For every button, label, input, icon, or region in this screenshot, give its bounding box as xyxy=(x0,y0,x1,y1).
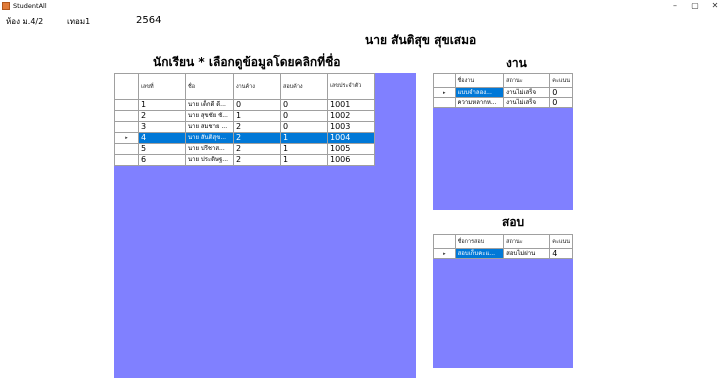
cell-work-name[interactable]: แบบจำลอง... xyxy=(454,87,505,98)
column-header-status[interactable]: สถานะ xyxy=(503,234,551,249)
table-row[interactable]: ความหลากห... งานไม่เสร็จ 0 xyxy=(433,97,573,108)
cell-status[interactable]: งานไม่เสร็จ xyxy=(503,87,551,98)
corner-cell xyxy=(114,73,139,100)
cell-name[interactable]: นาย ปรีชาส... xyxy=(185,143,234,155)
minimize-icon[interactable]: – xyxy=(666,0,684,13)
cell-score[interactable]: 0 xyxy=(549,87,573,98)
cell-pending-work[interactable]: 2 xyxy=(233,132,281,144)
window-title: StudentAll xyxy=(13,2,47,10)
table-row[interactable]: 3 นาย สมชาย ... 2 0 1003 xyxy=(114,121,375,133)
corner-cell xyxy=(433,234,456,249)
column-header-pending-exam[interactable]: สอบค้าง xyxy=(280,73,328,100)
table-row[interactable]: 6 นาย ประดิษฐ... 2 1 1006 xyxy=(114,154,375,166)
row-pointer-icon[interactable]: ▸ xyxy=(114,132,139,144)
cell-status[interactable]: งานไม่เสร็จ xyxy=(503,97,551,108)
cell-pending-work[interactable]: 1 xyxy=(233,110,281,122)
table-row[interactable]: ▸ สอบเก็บคะแ... สอบไม่ผ่าน 4 xyxy=(433,248,573,259)
cell-name[interactable]: นาย สมชาย ... xyxy=(185,121,234,133)
row-pointer-icon[interactable]: ▸ xyxy=(433,87,456,98)
table-row[interactable]: 5 นาย ปรีชาส... 2 1 1005 xyxy=(114,143,375,155)
cell-score[interactable]: 0 xyxy=(549,97,573,108)
column-header-pending-work[interactable]: งานค้าง xyxy=(233,73,281,100)
cell-pending-exam[interactable]: 0 xyxy=(280,110,328,122)
cell-pending-work[interactable]: 2 xyxy=(233,143,281,155)
table-header-row: ชื่อการสอบ สถานะ คะแนน xyxy=(433,234,573,249)
student-name-title: นาย สันติสุข สุขเสมอ xyxy=(365,33,477,47)
students-grid[interactable]: เลขที่ ชื่อ งานค้าง สอบค้าง เลขประจำตัว … xyxy=(114,73,416,378)
table-row[interactable]: ▸ แบบจำลอง... งานไม่เสร็จ 0 xyxy=(433,87,573,98)
row-header[interactable] xyxy=(114,154,139,166)
cell-student-id[interactable]: 1004 xyxy=(327,132,375,144)
students-table: เลขที่ ชื่อ งานค้าง สอบค้าง เลขประจำตัว … xyxy=(114,73,375,166)
row-header[interactable] xyxy=(114,110,139,122)
cell-number[interactable]: 6 xyxy=(138,154,186,166)
row-header[interactable] xyxy=(114,99,139,111)
exam-heading: สอบ xyxy=(502,215,525,229)
cell-number[interactable]: 2 xyxy=(138,110,186,122)
column-header-score[interactable]: คะแนน xyxy=(549,234,573,249)
cell-pending-exam[interactable]: 1 xyxy=(280,143,328,155)
cell-pending-work[interactable]: 0 xyxy=(233,99,281,111)
students-heading: นักเรียน * เลือกดูข้อมูลโดยคลิกที่ชื่อ xyxy=(153,55,341,69)
column-header-student-id[interactable]: เลขประจำตัว xyxy=(327,73,375,100)
row-header[interactable] xyxy=(433,97,456,108)
cell-work-name[interactable]: ความหลากห... xyxy=(454,97,505,108)
column-header-name[interactable]: ชื่อ xyxy=(185,73,234,100)
cell-student-id[interactable]: 1006 xyxy=(327,154,375,166)
cell-name[interactable]: นาย ประดิษฐ... xyxy=(185,154,234,166)
column-header-work-name[interactable]: ชื่องาน xyxy=(454,73,505,88)
column-header-score[interactable]: คะแนน xyxy=(549,73,573,88)
cell-student-id[interactable]: 1001 xyxy=(327,99,375,111)
corner-cell xyxy=(433,73,456,88)
table-row[interactable]: 1 นาย เด็กดี ดี... 0 0 1001 xyxy=(114,99,375,111)
cell-student-id[interactable]: 1003 xyxy=(327,121,375,133)
year-label: 2564 xyxy=(136,15,162,26)
cell-name[interactable]: นาย สุขชัย ชั... xyxy=(185,110,234,122)
cell-status[interactable]: สอบไม่ผ่าน xyxy=(503,248,551,259)
row-header[interactable] xyxy=(114,143,139,155)
column-header-status[interactable]: สถานะ xyxy=(503,73,551,88)
term-label: เทอม1 xyxy=(67,17,91,26)
cell-number[interactable]: 4 xyxy=(138,132,186,144)
table-header-row: เลขที่ ชื่อ งานค้าง สอบค้าง เลขประจำตัว xyxy=(114,73,375,100)
cell-student-id[interactable]: 1005 xyxy=(327,143,375,155)
work-heading: งาน xyxy=(506,56,527,70)
cell-name[interactable]: นาย สันติสุข... xyxy=(185,132,234,144)
work-grid[interactable]: ชื่องาน สถานะ คะแนน ▸ แบบจำลอง... งานไม่… xyxy=(433,73,573,210)
cell-pending-exam[interactable]: 1 xyxy=(280,132,328,144)
table-row-selected[interactable]: ▸ 4 นาย สันติสุข... 2 1 1004 xyxy=(114,132,375,144)
table-row[interactable]: 2 นาย สุขชัย ชั... 1 0 1002 xyxy=(114,110,375,122)
cell-pending-work[interactable]: 2 xyxy=(233,121,281,133)
room-label: ห้อง ม.4/2 xyxy=(6,17,44,26)
cell-pending-exam[interactable]: 0 xyxy=(280,121,328,133)
cell-pending-exam[interactable]: 0 xyxy=(280,99,328,111)
exam-table: ชื่อการสอบ สถานะ คะแนน ▸ สอบเก็บคะแ... ส… xyxy=(433,234,573,259)
cell-pending-exam[interactable]: 1 xyxy=(280,154,328,166)
row-header[interactable] xyxy=(114,121,139,133)
maximize-icon[interactable]: ▢ xyxy=(686,0,704,13)
table-header-row: ชื่องาน สถานะ คะแนน xyxy=(433,73,573,88)
exam-grid[interactable]: ชื่อการสอบ สถานะ คะแนน ▸ สอบเก็บคะแ... ส… xyxy=(433,234,573,368)
app-icon xyxy=(2,2,10,10)
row-pointer-icon[interactable]: ▸ xyxy=(433,248,456,259)
cell-pending-work[interactable]: 2 xyxy=(233,154,281,166)
column-header-number[interactable]: เลขที่ xyxy=(138,73,186,100)
cell-number[interactable]: 5 xyxy=(138,143,186,155)
cell-number[interactable]: 1 xyxy=(138,99,186,111)
cell-number[interactable]: 3 xyxy=(138,121,186,133)
column-header-exam-name[interactable]: ชื่อการสอบ xyxy=(454,234,505,249)
title-bar xyxy=(0,0,728,13)
cell-student-id[interactable]: 1002 xyxy=(327,110,375,122)
cell-exam-name[interactable]: สอบเก็บคะแ... xyxy=(454,248,505,259)
work-table: ชื่องาน สถานะ คะแนน ▸ แบบจำลอง... งานไม่… xyxy=(433,73,573,108)
cell-score[interactable]: 4 xyxy=(549,248,573,259)
cell-name[interactable]: นาย เด็กดี ดี... xyxy=(185,99,234,111)
close-icon[interactable]: ✕ xyxy=(706,0,724,13)
